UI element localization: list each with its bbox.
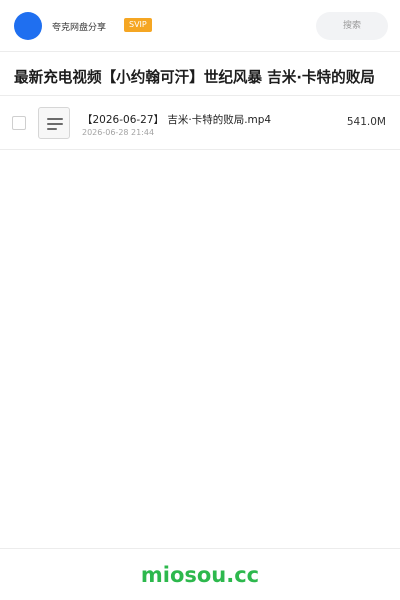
share-page: 夸克网盘分享 SVIP 搜索 最新充电视频【小约翰可汗】世纪风暴 吉米·卡特的败…	[0, 0, 400, 600]
title-bar: 最新充电视频【小约翰可汗】世纪风暴 吉米·卡特的败局	[0, 52, 400, 96]
user-name[interactable]: 夸克网盘分享	[52, 20, 106, 33]
file-size: 541.0M	[346, 116, 386, 128]
file-name[interactable]: 【2026-06-27】 吉米·卡特的败局.mp4	[82, 112, 271, 127]
page-title: 最新充电视频【小约翰可汗】世纪风暴 吉米·卡特的败局	[14, 69, 375, 86]
site-watermark: miosou.cc	[140, 563, 260, 587]
search-input[interactable]: 搜索	[316, 12, 388, 40]
header: 夸克网盘分享 SVIP 搜索	[0, 0, 400, 52]
file-date: 2026-06-28 21:44	[82, 128, 155, 137]
list-item[interactable]: 【2026-06-27】 吉米·卡特的败局.mp4 2026-06-28 21:…	[0, 96, 400, 150]
file-checkbox[interactable]	[12, 116, 26, 130]
avatar[interactable]	[14, 12, 42, 40]
footer: miosou.cc	[0, 548, 400, 600]
video-file-icon	[38, 107, 70, 139]
svip-badge: SVIP	[124, 18, 152, 32]
